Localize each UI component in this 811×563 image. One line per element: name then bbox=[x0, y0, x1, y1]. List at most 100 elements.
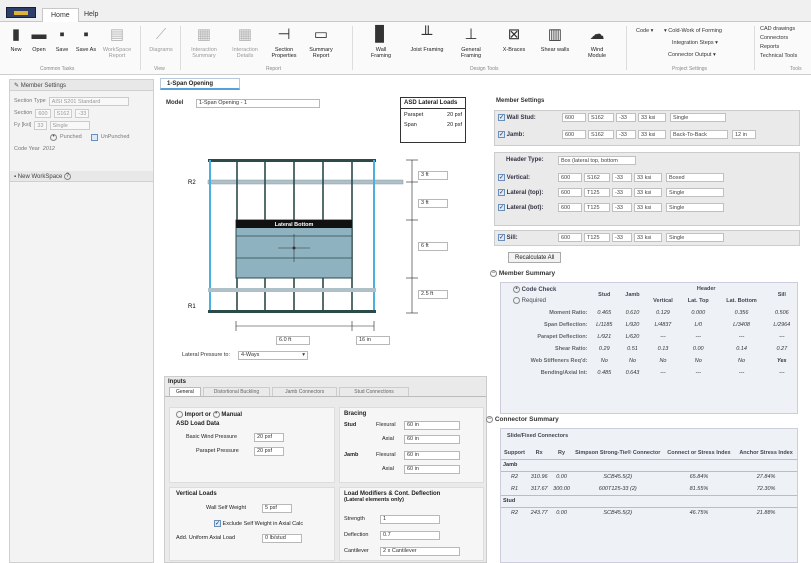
manual-radio[interactable]: • bbox=[212, 411, 220, 418]
tab-distortional-buckling[interactable]: Distortional Buckling bbox=[202, 387, 271, 396]
section-shape-select[interactable]: S162 bbox=[53, 108, 73, 118]
cad-drawings-menu[interactable]: CAD drawings bbox=[760, 26, 795, 32]
jamb-fy-select[interactable]: 33 ksi bbox=[638, 130, 666, 139]
recalculate-all-button[interactable]: Recalculate All bbox=[508, 252, 562, 263]
jamb-width-select[interactable]: 600 bbox=[562, 130, 586, 139]
document-tab[interactable]: 1-Span Opening bbox=[160, 78, 240, 90]
section-properties-button[interactable]: ⊣ Section Properties bbox=[266, 25, 302, 59]
member-summary-header[interactable]: − Member Summary bbox=[490, 270, 555, 277]
sill-width-select[interactable]: 600 bbox=[558, 233, 582, 242]
wall-stud-shape-select[interactable]: S162 bbox=[588, 113, 614, 122]
section-width-select[interactable]: 600 bbox=[35, 108, 51, 118]
interaction-details-button[interactable]: ▦ Interaction Details bbox=[226, 25, 264, 59]
lat-bot-fy-select[interactable]: 33 ksi bbox=[634, 203, 662, 212]
workspace-report-button[interactable]: ▤ WorkSpace Report bbox=[100, 25, 134, 59]
jamb-gauge-select[interactable]: -33 bbox=[616, 130, 636, 139]
ply-select[interactable]: Single bbox=[49, 120, 90, 130]
header-type-select[interactable]: Box (lateral top, bottom bbox=[558, 156, 636, 165]
wall-stud-gauge-select[interactable]: -33 bbox=[616, 113, 636, 122]
technical-tools-menu[interactable]: Technical Tools bbox=[760, 53, 797, 59]
lat-top-gauge-select[interactable]: -33 bbox=[612, 188, 632, 197]
vertical-shape-select[interactable]: S162 bbox=[584, 173, 610, 182]
wall-stud-ply-select[interactable]: Single bbox=[670, 113, 726, 122]
code-dropdown[interactable]: Code ▾ bbox=[636, 28, 653, 34]
lat-bot-ply-select[interactable]: Single bbox=[666, 203, 724, 212]
opening-width-input[interactable]: 6.0 ft bbox=[276, 336, 310, 345]
wall-stud-fy-select[interactable]: 33 ksi bbox=[638, 113, 666, 122]
shear-walls-button[interactable]: ▥ Shear walls bbox=[540, 25, 570, 53]
cantilever-select[interactable]: 2 x Cantilever bbox=[380, 547, 460, 556]
vertical-width-select[interactable]: 600 bbox=[558, 173, 582, 182]
jamb-config-select[interactable]: Back-To-Back bbox=[670, 130, 728, 139]
vertical-gauge-select[interactable]: -33 bbox=[612, 173, 632, 182]
fy-select[interactable]: 33 bbox=[34, 120, 47, 130]
jamb-checkbox[interactable]: ✓ bbox=[498, 131, 505, 138]
sill-checkbox[interactable]: ✓ bbox=[498, 234, 505, 241]
jamb-axial-select[interactable]: 60 in bbox=[404, 465, 460, 474]
app-logo[interactable] bbox=[6, 7, 36, 18]
tab-help[interactable]: Help bbox=[76, 8, 106, 22]
self-weight-input[interactable]: 5 psf bbox=[262, 504, 292, 513]
required-radio[interactable]: Required bbox=[513, 296, 587, 304]
lateral-pressure-select[interactable]: 4-Ways ▾ bbox=[238, 351, 308, 360]
stud-flexural-select[interactable]: 60 in bbox=[404, 421, 460, 430]
lat-top-shape-select[interactable]: T125 bbox=[584, 188, 610, 197]
new-button[interactable]: ▮ New bbox=[6, 25, 26, 53]
deflection-select[interactable]: 0.7 bbox=[380, 531, 440, 540]
wall-stud-width-select[interactable]: 600 bbox=[562, 113, 586, 122]
tab-jamb-connectors[interactable]: Jamb Connectors bbox=[272, 387, 338, 396]
lateral-top-checkbox[interactable]: ✓ bbox=[498, 189, 505, 196]
import-radio[interactable] bbox=[176, 411, 183, 418]
interaction-summary-button[interactable]: ▦ Interaction Summary bbox=[184, 25, 224, 59]
lat-top-fy-select[interactable]: 33 ksi bbox=[634, 188, 662, 197]
reports-menu[interactable]: Reports bbox=[760, 44, 779, 50]
wall-framing-button[interactable]: ▊ Wall Framing bbox=[366, 25, 396, 59]
jamb-spacing-select[interactable]: 12 in bbox=[732, 130, 756, 139]
integration-steps-dropdown[interactable]: Integration Steps ▾ bbox=[672, 40, 718, 46]
strength-select[interactable]: 1 bbox=[380, 515, 440, 524]
section-type-select[interactable]: AISI S201 Standard bbox=[48, 96, 129, 106]
dim-lower-input[interactable]: 2.5 ft bbox=[418, 290, 448, 299]
general-framing-button[interactable]: ⊥ General Framing bbox=[454, 25, 488, 59]
lat-bot-gauge-select[interactable]: -33 bbox=[612, 203, 632, 212]
tab-general[interactable]: General bbox=[169, 387, 201, 396]
diagrams-button[interactable]: ⟋ Diagrams bbox=[144, 25, 178, 53]
sill-ply-select[interactable]: Single bbox=[666, 233, 724, 242]
save-button[interactable]: ▪ Save bbox=[51, 25, 73, 53]
lat-top-width-select[interactable]: 600 bbox=[558, 188, 582, 197]
exclude-self-weight-checkbox[interactable]: ✓ bbox=[214, 520, 221, 527]
sill-fy-select[interactable]: 33 ksi bbox=[634, 233, 662, 242]
dim-opening-input[interactable]: 6 ft bbox=[418, 242, 448, 251]
connectors-menu[interactable]: Connectors bbox=[760, 35, 788, 41]
wind-module-button[interactable]: ☁ Wind Module bbox=[582, 25, 612, 59]
stud-axial-select[interactable]: 60 in bbox=[404, 435, 460, 444]
wall-stud-checkbox[interactable]: ✓ bbox=[498, 114, 505, 121]
dim-parapet-input[interactable]: 3 ft bbox=[418, 171, 448, 180]
sill-shape-select[interactable]: T125 bbox=[584, 233, 610, 242]
lat-bot-width-select[interactable]: 600 bbox=[558, 203, 582, 212]
code-check-radio[interactable]: • Code Check bbox=[513, 286, 587, 294]
vertical-fy-select[interactable]: 33 ksi bbox=[634, 173, 662, 182]
jamb-spacing-input[interactable]: 16 in bbox=[356, 336, 390, 345]
dim-upper-input[interactable]: 3 ft bbox=[418, 199, 448, 208]
connector-summary-header[interactable]: − Connector Summary bbox=[486, 416, 559, 423]
lat-top-ply-select[interactable]: Single bbox=[666, 188, 724, 197]
cold-work-dropdown[interactable]: ▾ Cold-Work of Forming bbox=[664, 28, 722, 34]
summary-report-button[interactable]: ▭ Summary Report bbox=[304, 25, 338, 59]
sill-gauge-select[interactable]: -33 bbox=[612, 233, 632, 242]
lateral-bot-checkbox[interactable]: ✓ bbox=[498, 204, 505, 211]
x-braces-button[interactable]: ⊠ X-Braces bbox=[498, 25, 530, 53]
tab-stud-connections[interactable]: Stud Connections bbox=[339, 387, 409, 396]
save-as-button[interactable]: ▪ Save As bbox=[73, 25, 99, 53]
unpunched-checkbox[interactable] bbox=[90, 133, 98, 141]
vertical-config-select[interactable]: Boxed bbox=[666, 173, 724, 182]
parapet-pressure-input[interactable]: 20 psf bbox=[254, 447, 284, 456]
section-gauge-select[interactable]: -33 bbox=[75, 108, 90, 118]
tab-home[interactable]: Home bbox=[42, 8, 79, 22]
lat-bot-shape-select[interactable]: T125 bbox=[584, 203, 610, 212]
model-name-input[interactable]: 1-Span Opening - 1 bbox=[196, 99, 320, 108]
open-button[interactable]: ▬ Open bbox=[28, 25, 50, 53]
jamb-shape-select[interactable]: S162 bbox=[588, 130, 614, 139]
info-icon[interactable]: ? bbox=[64, 173, 72, 180]
vertical-checkbox[interactable]: ✓ bbox=[498, 174, 505, 181]
